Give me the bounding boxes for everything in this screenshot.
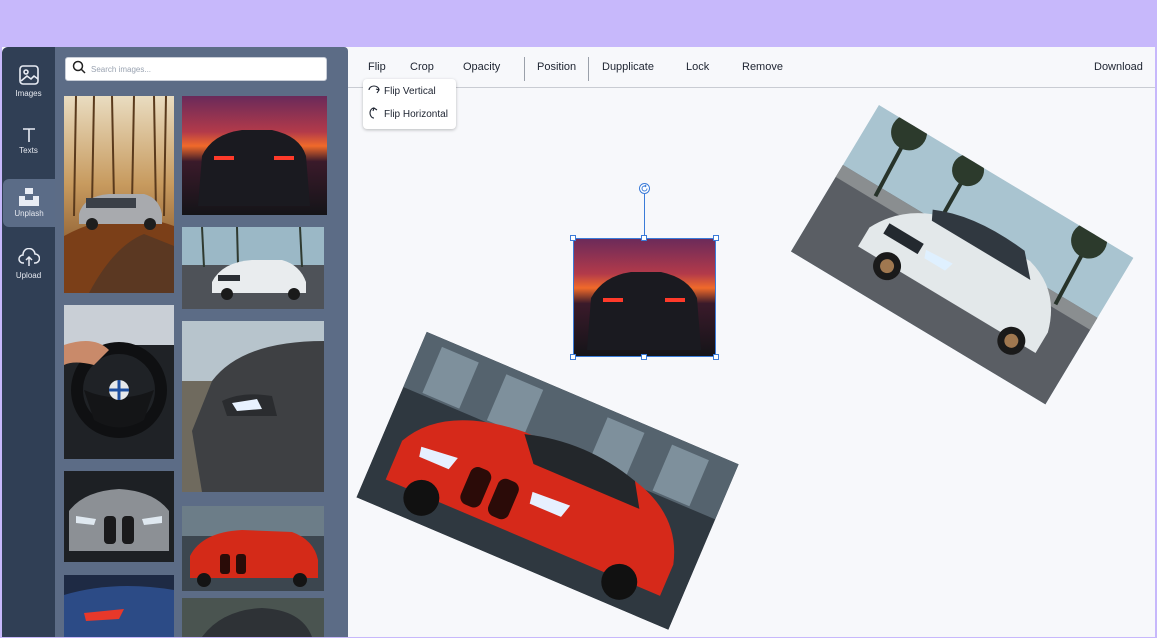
- flip-horizontal-label: Flip Horizontal: [384, 108, 448, 120]
- lock-button[interactable]: Lock: [686, 61, 709, 73]
- sidebar-item-unsplash[interactable]: Unplash: [3, 179, 55, 227]
- resize-handle-top-left[interactable]: [570, 235, 576, 241]
- flip-vertical-item[interactable]: Flip Vertical: [368, 82, 436, 100]
- flip-vertical-label: Flip Vertical: [384, 85, 436, 97]
- sidebar-item-label: Upload: [15, 271, 42, 280]
- unsplash-thumbnail[interactable]: [64, 305, 174, 459]
- opacity-button[interactable]: Opacity: [463, 61, 500, 73]
- toolbar-divider: [524, 57, 525, 81]
- sidebar-item-texts[interactable]: Texts: [2, 117, 55, 165]
- flip-menu: Flip Vertical Flip Horizontal: [363, 79, 456, 129]
- image-icon: [18, 64, 40, 86]
- unsplash-thumbnail[interactable]: [64, 575, 174, 637]
- unsplash-thumbnail[interactable]: [182, 227, 324, 309]
- search-box[interactable]: [65, 57, 327, 81]
- unsplash-thumbnail[interactable]: [182, 598, 324, 637]
- canvas-image-red-car[interactable]: [356, 331, 739, 630]
- toolbar: Flip Crop Opacity Position Dupplicate Lo…: [348, 47, 1155, 88]
- flip-button[interactable]: Flip: [368, 61, 386, 73]
- image-panel: [55, 47, 348, 637]
- search-input[interactable]: [91, 64, 311, 74]
- text-icon: [21, 127, 37, 143]
- unsplash-thumbnail[interactable]: [182, 96, 327, 215]
- unsplash-icon: [19, 188, 39, 206]
- download-button[interactable]: Download: [1094, 61, 1143, 73]
- unsplash-thumbnail[interactable]: [182, 506, 324, 591]
- upload-icon: [17, 248, 40, 268]
- remove-button[interactable]: Remove: [742, 61, 783, 73]
- position-button[interactable]: Position: [537, 61, 576, 73]
- flip-horizontal-icon: [368, 106, 384, 122]
- toolbar-divider: [588, 57, 589, 81]
- resize-handle-bottom-left[interactable]: [570, 354, 576, 360]
- sidebar-item-upload[interactable]: Upload: [2, 240, 55, 288]
- duplicate-button[interactable]: Dupplicate: [602, 61, 654, 73]
- crop-button[interactable]: Crop: [410, 61, 434, 73]
- resize-handle-bottom[interactable]: [641, 354, 647, 360]
- unsplash-thumbnail[interactable]: [64, 471, 174, 562]
- rotation-line: [644, 194, 645, 238]
- canvas-image-white-car[interactable]: [790, 104, 1134, 405]
- sidebar-item-label: Unplash: [14, 209, 44, 218]
- sidebar-item-label: Images: [15, 89, 42, 98]
- sidebar-rail: Images Texts Unplash Upload: [2, 47, 55, 637]
- unsplash-thumbnail[interactable]: [182, 321, 324, 492]
- canvas-image-sunset-car[interactable]: [573, 238, 716, 357]
- rotate-handle[interactable]: [639, 183, 650, 194]
- unsplash-thumbnail[interactable]: [64, 96, 174, 293]
- editor-app: Images Texts Unplash Upload Search image…: [2, 47, 1155, 637]
- resize-handle-top[interactable]: [641, 235, 647, 241]
- flip-vertical-icon: [368, 84, 384, 99]
- rotate-icon: [640, 180, 649, 198]
- sidebar-item-images[interactable]: Images: [2, 57, 55, 105]
- resize-handle-top-right[interactable]: [713, 235, 719, 241]
- flip-horizontal-item[interactable]: Flip Horizontal: [368, 105, 448, 123]
- sidebar-item-label: Texts: [19, 146, 38, 155]
- search-icon: [72, 60, 86, 79]
- resize-handle-bottom-right[interactable]: [713, 354, 719, 360]
